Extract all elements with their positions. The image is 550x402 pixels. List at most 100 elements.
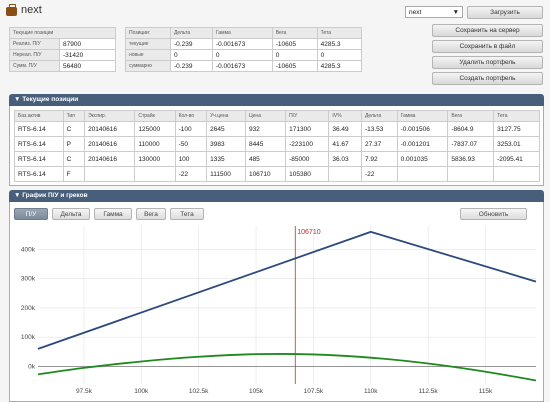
position-cell: F <box>62 166 86 182</box>
tab-gamma[interactable]: Гамма <box>94 208 132 220</box>
position-cell <box>134 166 176 182</box>
tab-pnl[interactable]: П/У <box>14 208 48 220</box>
greeks-cell: 4285.3 <box>316 60 363 72</box>
load-button[interactable]: Загрузить <box>467 6 543 19</box>
greeks-cell: -0.001673 <box>211 60 273 72</box>
delete-portfolio-button[interactable]: Удалить портфель <box>432 56 543 69</box>
pnl-summary-table: Текущие позиции Реализ. П/У 87900 Нереал.… <box>9 27 116 72</box>
position-cell: 105380 <box>285 166 330 182</box>
greeks-cell: 0 <box>170 49 213 61</box>
greeks-header: Вега <box>271 27 318 39</box>
column-header: Вега <box>447 110 495 122</box>
position-cell: 8445 <box>244 136 287 152</box>
position-row[interactable]: RTS-6.14 P 20140616 110000 -50 3983 8445 -22310… <box>14 136 540 152</box>
position-cell: 110000 <box>134 136 176 152</box>
greeks-summary-table: Позиции: Дельта Гамма Вега Тета текущие … <box>125 27 363 72</box>
position-cell: 106710 <box>244 166 287 182</box>
column-header: Цена <box>244 110 287 122</box>
position-cell: 3253.01 <box>493 136 540 152</box>
position-cell: 125000 <box>134 121 176 137</box>
position-cell: 41.67 <box>328 136 362 152</box>
position-cell: C <box>62 151 86 167</box>
position-cell: -85000 <box>285 151 330 167</box>
position-cell: -100 <box>174 121 208 137</box>
position-cell: P <box>62 136 86 152</box>
position-row[interactable]: RTS-6.14 F -22 111500 106710 105380 -22 <box>14 166 540 182</box>
position-row[interactable]: RTS-6.14 C 20140616 125000 -100 2645 932 171300… <box>14 121 540 137</box>
greeks-cell: 0 <box>271 49 318 61</box>
position-cell: 485 <box>244 151 287 167</box>
pnl-label: Сумм. П/У <box>9 60 60 72</box>
position-cell: 36.03 <box>328 151 362 167</box>
positions-panel-header[interactable]: ▼ Текущие позиции <box>9 94 544 106</box>
positions-table: Баз.актив Тип Экспир. Страйк Кол-во Уч.цена Це… <box>14 110 540 182</box>
position-cell: 5836.93 <box>447 151 495 167</box>
greeks-cell: -0.239 <box>170 38 213 50</box>
position-cell: -50 <box>174 136 208 152</box>
tab-delta[interactable]: Дельта <box>52 208 90 220</box>
position-cell: -7837.07 <box>447 136 495 152</box>
tab-theta[interactable]: Тета <box>170 208 204 220</box>
position-cell: -8604.9 <box>447 121 495 137</box>
positions-header-row: Баз.актив Тип Экспир. Страйк Кол-во Уч.цена Це… <box>14 110 540 122</box>
save-server-button[interactable]: Сохранить на сервер <box>432 24 543 37</box>
position-cell: -22 <box>360 166 398 182</box>
column-header: Тета <box>493 110 540 122</box>
position-cell: 20140616 <box>84 136 136 152</box>
position-cell: -22 <box>174 166 208 182</box>
position-cell: 36.49 <box>328 121 362 137</box>
position-cell: RTS-6.14 <box>14 166 64 182</box>
tab-vega[interactable]: Вега <box>136 208 166 220</box>
pnl-label: Реализ. П/У <box>9 38 60 50</box>
position-cell: RTS-6.14 <box>14 121 64 137</box>
column-header: Баз.актив <box>14 110 64 122</box>
portfolio-select[interactable]: next ▼ <box>405 6 463 18</box>
position-cell: -223100 <box>285 136 330 152</box>
column-header: Дельта <box>360 110 398 122</box>
position-cell: 1335 <box>206 151 246 167</box>
column-header: Экспир. <box>84 110 136 122</box>
refresh-button[interactable]: Обновить <box>460 208 527 220</box>
pnl-value: 56480 <box>59 60 116 72</box>
position-cell: 27.37 <box>360 136 398 152</box>
position-cell <box>447 166 495 182</box>
position-cell: 20140616 <box>84 151 136 167</box>
column-header: Кол-во <box>174 110 208 122</box>
position-cell <box>328 166 362 182</box>
greeks-header: Позиции: <box>125 27 171 39</box>
column-header: Страйк <box>134 110 176 122</box>
position-cell: -13.53 <box>360 121 398 137</box>
save-file-button[interactable]: Сохранить в файл <box>432 40 543 53</box>
position-cell: -0.001506 <box>396 121 449 137</box>
portfolio-title: next <box>21 4 42 16</box>
pnl-value: 87900 <box>59 38 116 50</box>
position-cell <box>84 166 136 182</box>
greeks-header: Тета <box>316 27 363 39</box>
position-cell: 2645 <box>206 121 246 137</box>
greeks-cell: -10605 <box>271 60 318 72</box>
position-cell: 171300 <box>285 121 330 137</box>
greeks-row-label: текущие <box>125 38 171 50</box>
position-cell: 100 <box>174 151 208 167</box>
position-cell: 932 <box>244 121 287 137</box>
greeks-cell: 0 <box>316 49 363 61</box>
create-portfolio-button[interactable]: Создать портфель <box>432 72 543 85</box>
greeks-row-label: суммарно <box>125 60 171 72</box>
position-cell: RTS-6.14 <box>14 151 64 167</box>
position-cell: 20140616 <box>84 121 136 137</box>
portfolio-header: next <box>6 3 42 16</box>
position-cell: 7.92 <box>360 151 398 167</box>
briefcase-icon <box>6 3 17 16</box>
position-cell: RTS-6.14 <box>14 136 64 152</box>
chart-panel-header[interactable]: ▼ График П/У и греков <box>9 190 544 202</box>
greeks-cell: -10605 <box>271 38 318 50</box>
column-header: П/У <box>285 110 330 122</box>
position-row[interactable]: RTS-6.14 C 20140616 130000 100 1335 485 -85000 3… <box>14 151 540 167</box>
column-header: Тип <box>62 110 86 122</box>
pnl-summary-header: Текущие позиции <box>9 27 116 39</box>
column-header: IV% <box>328 110 362 122</box>
greeks-cell: -0.001673 <box>211 38 273 50</box>
greeks-row-label: новые <box>125 49 171 61</box>
greeks-cell: -0.239 <box>170 60 213 72</box>
position-cell <box>493 166 540 182</box>
